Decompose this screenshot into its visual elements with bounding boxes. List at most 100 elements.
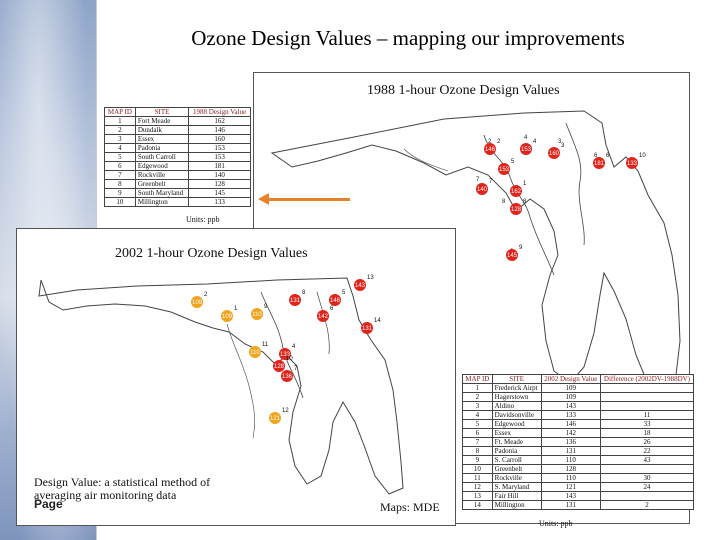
table-2002-cell [599, 464, 695, 474]
table-1988-cell: Essex [134, 134, 190, 144]
site-marker-id: 2 [497, 139, 501, 145]
table-1988-row: 4 Padonia 153 [104, 143, 251, 153]
table-2002-cell: 24 [599, 482, 695, 492]
site-marker-value: 131 [362, 326, 373, 332]
svg-text:4: 4 [524, 135, 528, 141]
page-label: Page [34, 497, 63, 511]
site-marker-value: 153 [499, 167, 510, 173]
table-2002-header-value: 2002 Design Value [540, 374, 601, 384]
map-2002-markers: 1431310921091110913181465142613114110111… [191, 275, 381, 424]
table-1988-cell: 7 [104, 170, 136, 180]
table-1988-cell: 4 [104, 143, 136, 153]
table-1988-header-site: SITE [134, 107, 190, 117]
table-1988-cell: 162 [188, 116, 251, 126]
units-2002: Units: ppb [539, 519, 573, 528]
site-marker-value: 128 [274, 364, 285, 370]
table-2002-cell: 26 [599, 437, 695, 447]
table-2002-cell: 1 [462, 383, 493, 393]
table-1988-row: 6 Edgewood 181 [104, 161, 251, 171]
site-marker-id: 5 [342, 290, 346, 296]
table-2002-cell: 109 [540, 392, 601, 402]
site-marker-id: 3 [561, 143, 565, 149]
table-1988-cell: Dundalk [134, 125, 190, 135]
table-2002-cell: 2 [599, 500, 695, 510]
units-1988: Units: ppb [186, 215, 220, 224]
table-1988-row: 3 Essex 160 [104, 134, 251, 144]
table-2002-cell: Padonia [491, 446, 542, 456]
table-2002-cell: S. Maryland [491, 482, 542, 492]
site-marker-id: 12 [282, 408, 289, 414]
table-1988-cell: South Carroll [134, 152, 190, 162]
table-1988-cell: 5 [104, 152, 136, 162]
table-2002-row: 13 Fair Hill 143 [462, 491, 695, 501]
site-marker-value: 109 [192, 300, 203, 306]
site-marker-id: 14 [374, 318, 381, 324]
table-1988-cell: 153 [188, 143, 251, 153]
table-1988: MAP ID SITE 1988 Design Value 1 Fort Mead… [104, 107, 251, 207]
table-1988-cell: 181 [188, 161, 251, 171]
table-1988-cell: 128 [188, 179, 251, 189]
site-marker-id: 1 [234, 306, 238, 312]
table-2002-cell: 11 [462, 473, 493, 483]
table-2002-cell: Rockville [491, 473, 542, 483]
table-1988-body: 1 Fort Meade 162 2 Dundalk 146 3 Essex 160 4 Padon… [104, 116, 251, 207]
site-marker-value: 110 [252, 312, 262, 318]
table-1988-row: 9 South Maryland 145 [104, 188, 251, 198]
site-marker-id: 10 [639, 153, 646, 159]
table-2002-cell: 14 [462, 500, 493, 510]
table-1988-cell: 1 [104, 116, 136, 126]
table-2002-cell: 131 [540, 500, 601, 510]
table-2002-cell: 7 [462, 437, 493, 447]
site-marker-value: 162 [511, 189, 522, 195]
table-2002-row: 3 Aldino 143 [462, 401, 695, 411]
svg-text:8: 8 [502, 199, 506, 205]
table-2002-row: 11 Rockville 110 30 [462, 473, 695, 483]
table-1988-cell: 160 [188, 134, 251, 144]
table-1988-cell: 9 [104, 188, 136, 198]
table-2002-body: 1 Frederick Airpt 109 2 Hagerstown 109 3 Aldino… [462, 383, 695, 510]
svg-text:7: 7 [476, 177, 480, 183]
table-1988-cell: Greenbelt [134, 179, 190, 189]
table-1988-cell: 133 [188, 197, 251, 207]
table-2002: MAP ID SITE 2002 Design Value Difference… [462, 374, 695, 510]
maps-credit: Maps: MDE [380, 500, 440, 514]
table-2002-cell: 110 [540, 473, 601, 483]
table-2002-cell: Ft. Meade [491, 437, 542, 447]
site-marker-value: 136 [282, 374, 293, 380]
table-2002-cell: 133 [540, 410, 601, 420]
site-marker-value: 121 [270, 416, 281, 422]
table-2002-row: 10 Greenbelt 128 [462, 464, 695, 474]
table-2002-row: 8 Padonia 131 22 [462, 446, 695, 456]
table-2002-cell: 22 [599, 446, 695, 456]
table-1988-cell: 6 [104, 161, 136, 171]
table-2002-cell: Millington [491, 500, 542, 510]
site-marker-id: 10 [286, 356, 293, 362]
table-1988-cell: 10 [104, 197, 136, 207]
site-marker-value: 181 [594, 161, 605, 167]
table-2002-cell: 33 [599, 419, 695, 429]
table-2002-cell: 9 [462, 455, 493, 465]
slide-title: Ozone Design Values – mapping our improv… [191, 26, 625, 50]
table-1988-cell: 145 [188, 188, 251, 198]
table-1988-cell: Millington [134, 197, 190, 207]
table-2002-cell [599, 401, 695, 411]
site-marker-id: 1 [523, 181, 527, 187]
table-2002-row: 9 S. Carroll 110 43 [462, 455, 695, 465]
table-1988-cell: Padonia [134, 143, 190, 153]
table-2002-cell: 18 [599, 428, 695, 438]
table-2002-cell: Hagerstown [491, 392, 542, 402]
table-2002-cell: 30 [599, 473, 695, 483]
site-marker-id: 9 [519, 245, 523, 251]
table-2002-cell: S. Carroll [491, 455, 542, 465]
site-marker-value: 133 [627, 161, 638, 167]
table-2002-row: 4 Davidsonville 133 11 [462, 410, 695, 420]
table-2002-row: 14 Millington 131 2 [462, 500, 695, 510]
site-marker-value: 160 [549, 151, 560, 157]
table-2002-header-site: SITE [491, 374, 542, 384]
table-2002-cell: 13 [462, 491, 493, 501]
site-marker-id: 4 [292, 344, 296, 350]
table-2002-cell: 6 [462, 428, 493, 438]
table-2002-cell: Davidsonville [491, 410, 542, 420]
site-marker-value: 109 [222, 314, 233, 320]
table-1988-row: 7 Rockville 140 [104, 170, 251, 180]
